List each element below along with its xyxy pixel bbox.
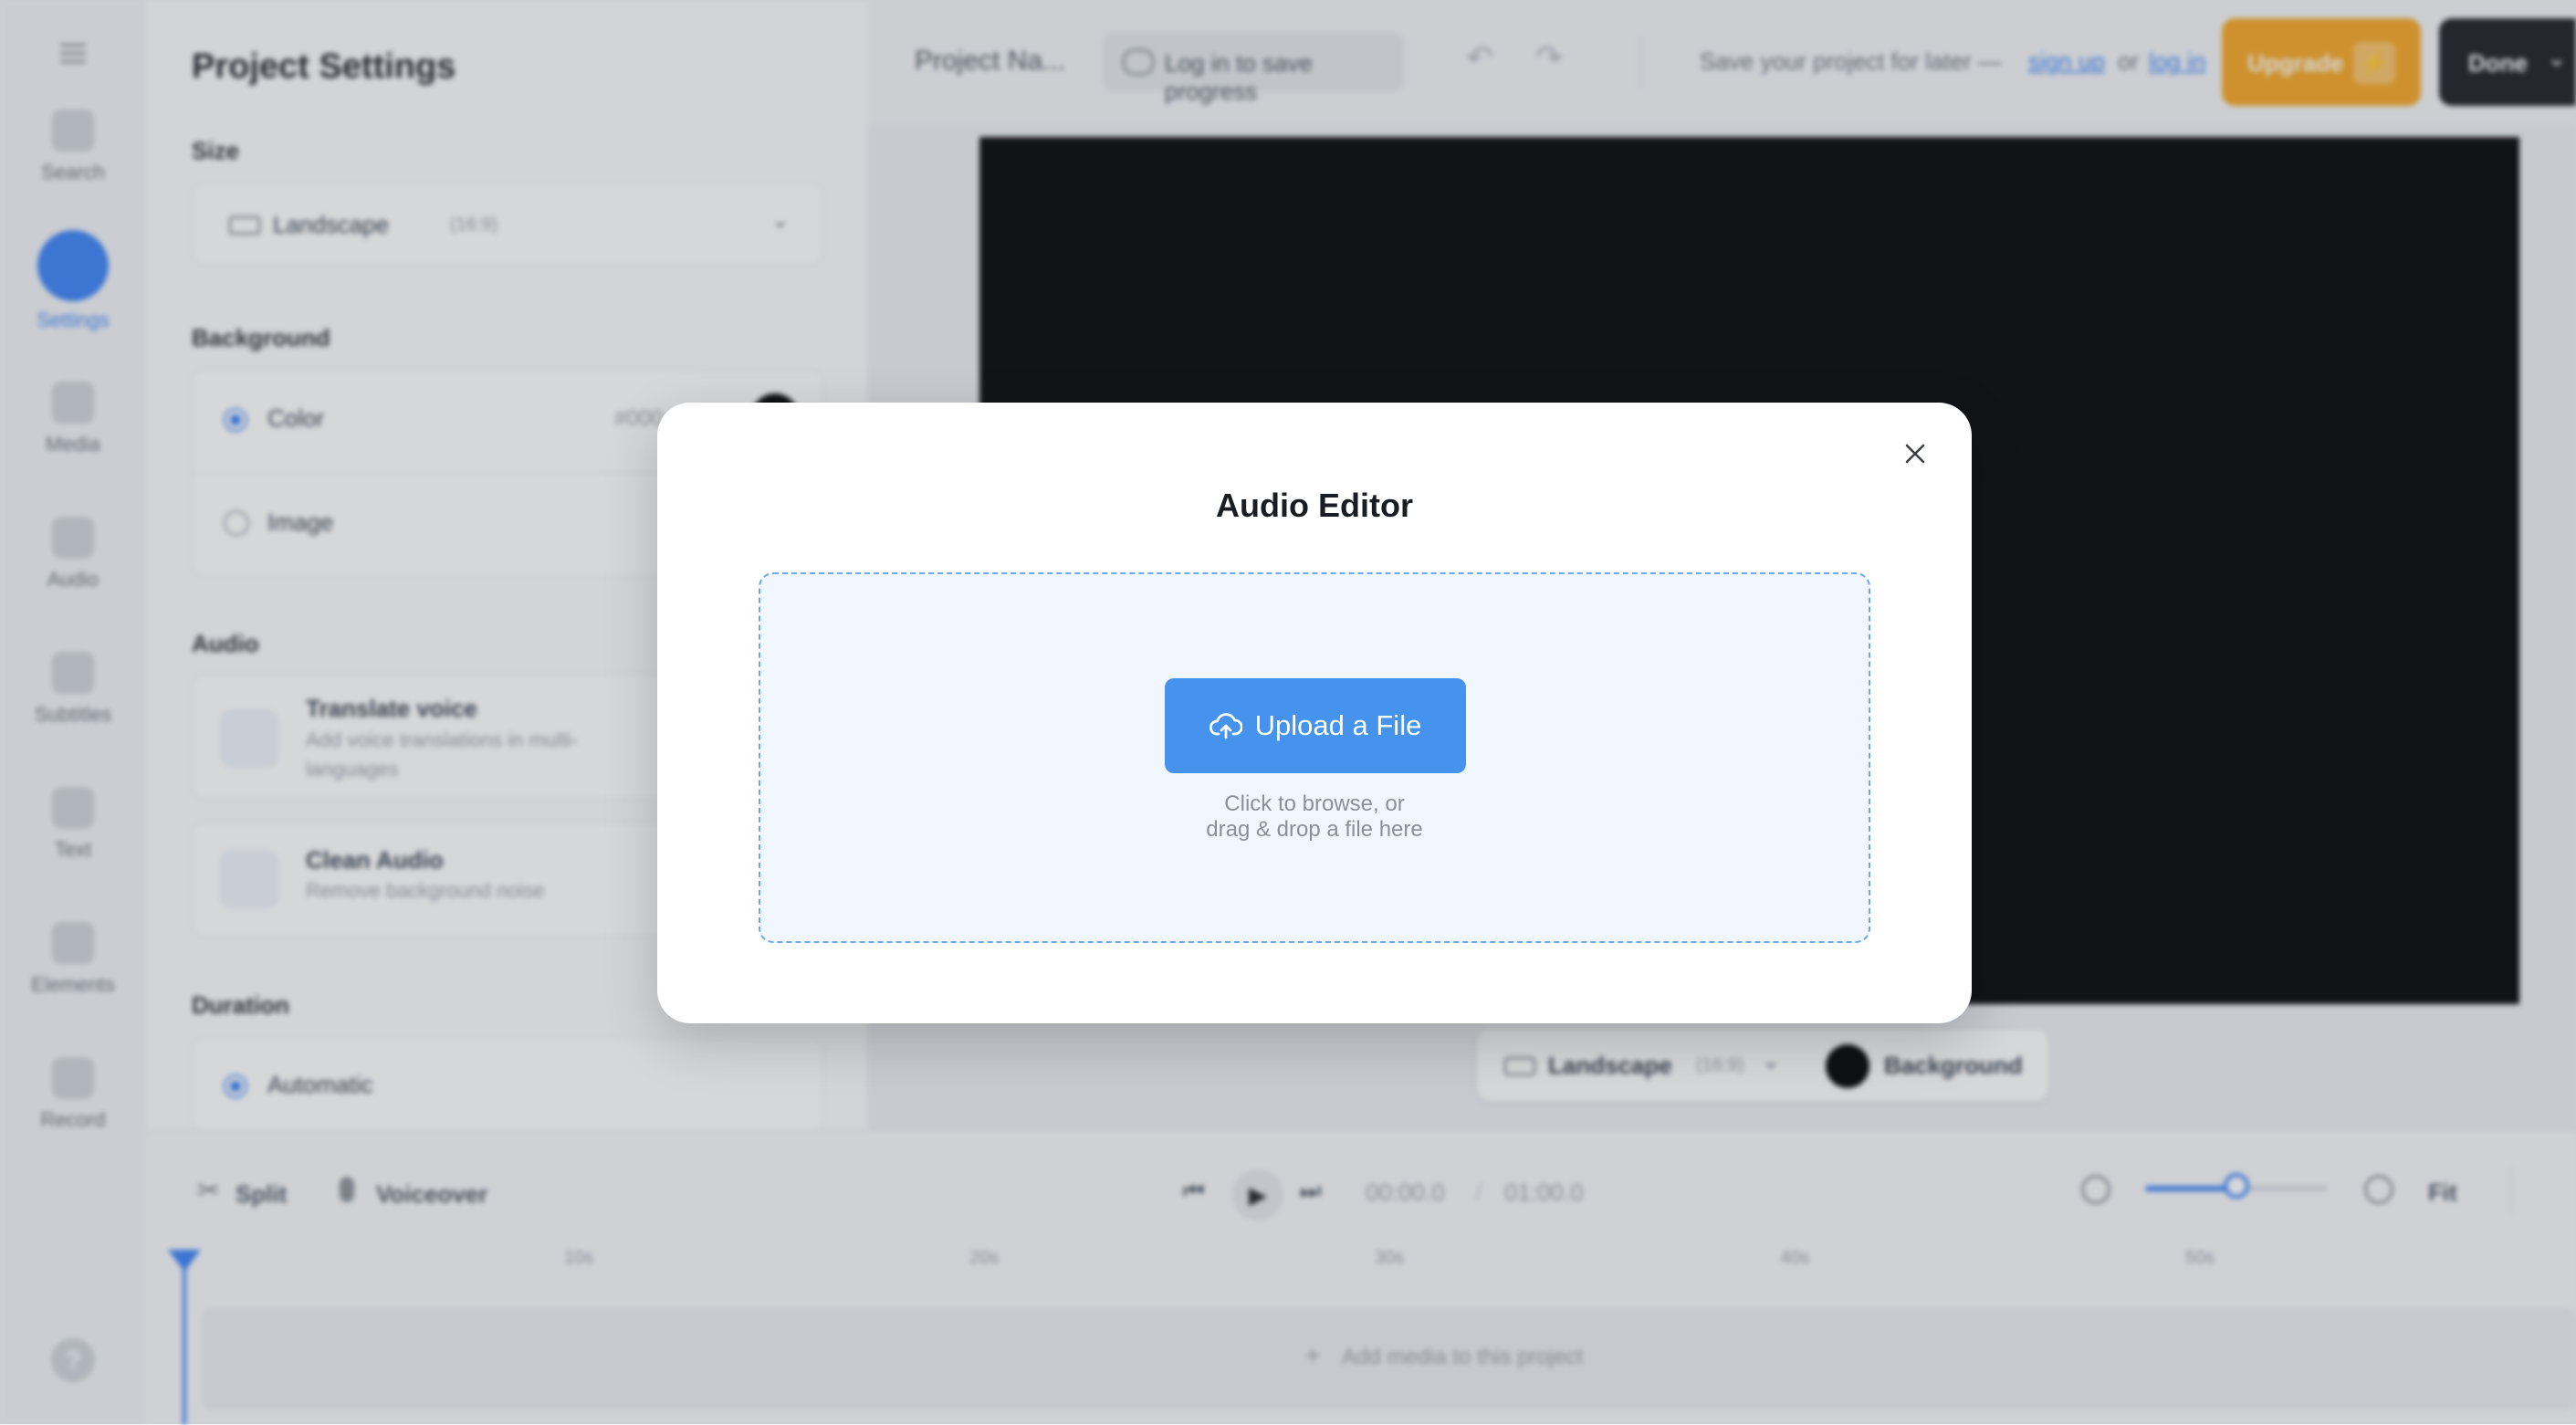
audio-editor-modal: Audio Editor Upload a File Click to brow… [657, 403, 1972, 1023]
hint-line-2: drag & drop a file here [1206, 817, 1423, 842]
hint-line-1: Click to browse, or [1224, 791, 1405, 816]
close-button[interactable] [1895, 434, 1935, 474]
close-icon [1905, 444, 1925, 464]
upload-file-label: Upload a File [1254, 709, 1422, 741]
modal-title: Audio Editor [1216, 487, 1413, 524]
file-dropzone[interactable]: Upload a File Click to browse, or drag &… [759, 572, 1870, 943]
cloud-upload-icon [1209, 713, 1242, 739]
upload-file-button[interactable]: Upload a File [1165, 678, 1466, 773]
dropzone-hint: Click to browse, or drag & drop a file h… [760, 791, 1869, 843]
